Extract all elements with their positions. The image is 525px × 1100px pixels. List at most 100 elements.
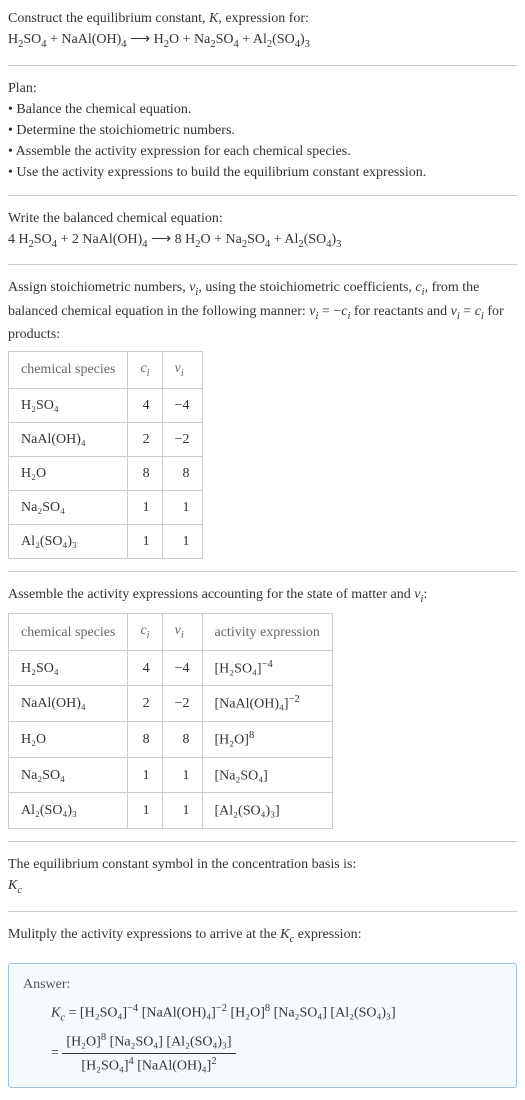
th-species: chemical species [9, 614, 128, 651]
plan-bullet-3: • Assemble the activity expression for e… [8, 141, 517, 162]
divider [8, 195, 517, 196]
ans-eq: = [65, 1006, 80, 1021]
ans-t3: [H₂O] [230, 1006, 264, 1021]
s-t1: Assign stoichiometric numbers, [8, 280, 189, 295]
table-header: chemical species ci νi [9, 352, 203, 389]
th-ci-s: i [147, 630, 150, 641]
th-ae: activity expression [202, 614, 332, 651]
table-row: H₂SO₄4−4 [9, 388, 203, 422]
n1: [H₂O] [66, 1035, 100, 1050]
td-ae: [Al₂(SO₄)₃] [202, 793, 332, 829]
n2: [Na₂SO₄] [Al₂(SO₄)₃] [106, 1035, 232, 1050]
td-nu: 1 [162, 757, 202, 793]
eqconst-kc: Kc [8, 875, 517, 899]
plan-bullet-2: • Determine the stoichiometric numbers. [8, 120, 517, 141]
td-nu: 8 [162, 722, 202, 758]
answer-label: Answer: [23, 974, 502, 995]
activity-table: chemical species ci νi activity expressi… [8, 613, 333, 829]
divider [8, 65, 517, 66]
ae-exp: −4 [262, 659, 273, 670]
ae-base: [NaAl(OH)₄] [215, 697, 289, 712]
td-ae: [H₂SO₄]−4 [202, 650, 332, 686]
d1: [H₂SO₄] [81, 1059, 128, 1074]
balanced-title: Write the balanced chemical equation: [8, 208, 517, 229]
eqconst-text: The equilibrium constant symbol in the c… [8, 854, 517, 875]
intro-section: Construct the equilibrium constant, K, e… [0, 0, 525, 61]
answer-fraction: [H₂O]8 [Na₂SO₄] [Al₂(SO₄)₃] [H₂SO₄]4 [Na… [62, 1030, 235, 1076]
s-eq2: = − [318, 304, 341, 319]
answer-box: Answer: Kc = [H₂SO₄]−4 [NaAl(OH)₄]−2 [H₂… [8, 963, 517, 1088]
td-c: 8 [128, 456, 162, 490]
intro-title: Construct the equilibrium constant, K, e… [8, 8, 517, 29]
table-row: Al₂(SO₄)₃11 [9, 524, 203, 558]
eq-so: SO [23, 32, 41, 47]
td-nu: −4 [162, 388, 202, 422]
ae-base: [H₂O] [215, 733, 249, 748]
eq-h2: H [154, 32, 164, 47]
td-sp: NaAl(OH)₄ [9, 422, 128, 456]
eqconst-section: The equilibrium constant symbol in the c… [0, 846, 525, 907]
td-sp: H₂O [9, 722, 128, 758]
table-row: H₂SO₄4 −4[H₂SO₄]−4 [9, 650, 333, 686]
divider [8, 571, 517, 572]
arrow-icon: ⟶ [148, 232, 175, 247]
ae-exp: 8 [249, 730, 254, 741]
td-sp: NaAl(OH)₄ [9, 686, 128, 722]
m-t2: expression: [294, 927, 361, 942]
arrow-icon: ⟶ [127, 32, 154, 47]
td-c: 4 [128, 388, 162, 422]
th-ci: ci [128, 352, 162, 389]
stoich-table: chemical species ci νi H₂SO₄4−4 NaAl(OH)… [8, 351, 203, 559]
eq-paren-sub: 3 [305, 39, 310, 50]
td-c: 1 [128, 793, 162, 829]
b-naal: + 2 NaAl(OH) [57, 232, 142, 247]
table-row: NaAl(OH)₄2−2 [9, 422, 203, 456]
td-nu: 1 [162, 793, 202, 829]
a-t1: Assemble the activity expressions accoun… [8, 587, 414, 602]
ans-eq2: = [51, 1046, 62, 1061]
s-t4: for reactants and [350, 304, 450, 319]
balanced-equation: 4 H2SO4 + 2 NaAl(OH)4 ⟶ 8 H2O + Na2SO4 +… [8, 229, 517, 253]
balanced-section: Write the balanced chemical equation: 4 … [0, 200, 525, 261]
plan-bullet-4: • Use the activity expressions to build … [8, 162, 517, 183]
plan-section: Plan: • Balance the chemical equation. •… [0, 70, 525, 191]
td-ae: [H₂O]8 [202, 722, 332, 758]
b-paren-sub: 3 [336, 238, 341, 249]
td-sp: H₂SO₄ [9, 650, 128, 686]
intro-title-suffix: , expression for: [218, 11, 309, 26]
ans-t4: [Na₂SO₄] [Al₂(SO₄)₃] [274, 1006, 396, 1021]
eq-h: H [8, 32, 18, 47]
table-row: Na₂SO₄11 [9, 490, 203, 524]
table-row: H₂O 8 8[H₂O]8 [9, 722, 333, 758]
eq-al: + Al [239, 32, 267, 47]
kc: K [8, 878, 17, 893]
td-c: 4 [128, 650, 162, 686]
td-nu: 1 [162, 490, 202, 524]
ans-kc: K [51, 1006, 60, 1021]
eq-so2: SO [216, 32, 234, 47]
b-so: SO [34, 232, 52, 247]
m-kc: K [280, 927, 289, 942]
plan-title: Plan: [8, 78, 517, 99]
intro-k: K [209, 11, 218, 26]
b-al: + Al [270, 232, 298, 247]
assemble-section: Assemble the activity expressions accoun… [0, 576, 525, 837]
ae-exp: −2 [289, 694, 300, 705]
td-ae: [NaAl(OH)₄]−2 [202, 686, 332, 722]
td-c: 1 [128, 490, 162, 524]
table-row: Al₂(SO₄)₃11[Al₂(SO₄)₃] [9, 793, 333, 829]
table-row: H₂O88 [9, 456, 203, 490]
table-header: chemical species ci νi activity expressi… [9, 614, 333, 651]
td-sp: Na₂SO₄ [9, 757, 128, 793]
answer-expression: Kc = [H₂SO₄]−4 [NaAl(OH)₄]−2 [H₂O]8 [Na₂… [23, 1001, 502, 1026]
intro-equation: H2SO4 + NaAl(OH)4 ⟶ H2O + Na2SO4 + Al2(S… [8, 29, 517, 53]
divider [8, 841, 517, 842]
a-t2: : [423, 587, 427, 602]
intro-title-prefix: Construct the equilibrium constant, [8, 11, 209, 26]
td-sp: H₂SO₄ [9, 388, 128, 422]
th-nu-s: i [181, 368, 184, 379]
stoich-text: Assign stoichiometric numbers, νi, using… [8, 277, 517, 345]
table-row: Na₂SO₄11[Na₂SO₄] [9, 757, 333, 793]
th-species: chemical species [9, 352, 128, 389]
th-nu-s: i [181, 630, 184, 641]
